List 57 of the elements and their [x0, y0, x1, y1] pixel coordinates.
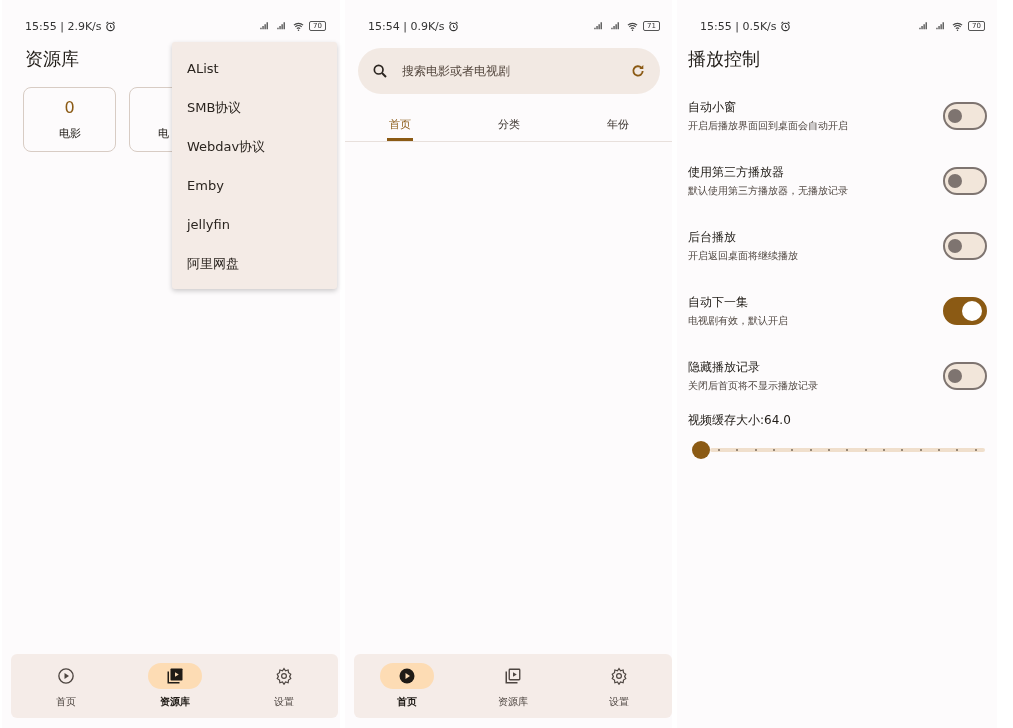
nav-item[interactable]: 设置	[238, 663, 329, 709]
setting-description: 电视剧有效，默认开启	[688, 313, 788, 328]
play-icon	[56, 667, 75, 685]
setting-title: 隐藏播放记录	[688, 358, 761, 376]
setting-description: 关闭后首页将不显示播放记录	[688, 378, 818, 393]
nav-item[interactable]: 首页	[20, 663, 111, 709]
wifi-icon	[292, 20, 306, 32]
menu-item[interactable]: 阿里网盘	[172, 244, 337, 283]
toggle-switch[interactable]	[943, 231, 987, 260]
tab[interactable]: 年份	[604, 108, 631, 141]
tab[interactable]: 首页	[386, 108, 413, 141]
status-time: 15:55 | 0.5K/s	[700, 19, 777, 33]
card-label: 电影	[58, 126, 81, 141]
search-field[interactable]: 搜索电影或者电视剧	[400, 63, 618, 79]
nav-item[interactable]: 资源库	[468, 663, 558, 709]
slider-label: 视频缓存大小:64.0	[687, 412, 792, 429]
setting-title: 使用第三方播放器	[688, 163, 785, 181]
alarm-icon	[779, 20, 791, 32]
menu-item[interactable]: Emby	[172, 166, 337, 205]
wifi-icon	[626, 20, 640, 32]
settings-icon	[610, 667, 628, 685]
setting-description: 开启返回桌面将继续播放	[688, 248, 798, 263]
card-count: 0	[64, 98, 75, 118]
status-time: 15:54 | 0.9K/s	[368, 19, 445, 33]
menu-item[interactable]: AList	[172, 49, 337, 88]
video-library-icon	[504, 667, 522, 685]
nav-item[interactable]: 资源库	[129, 663, 220, 709]
search-bar[interactable]: 搜索电影或者电视剧	[358, 48, 660, 94]
setting-description: 默认使用第三方播放器，无播放记录	[688, 183, 848, 198]
toggle-switch[interactable]	[943, 296, 987, 325]
toggle-switch[interactable]	[943, 101, 987, 130]
toggle-switch[interactable]	[943, 361, 987, 390]
setting-title: 自动下一集	[688, 293, 749, 311]
alarm-icon	[447, 20, 459, 32]
menu-item[interactable]: jellyfin	[172, 205, 337, 244]
tab[interactable]: 分类	[495, 108, 522, 141]
toggle-switch[interactable]	[943, 166, 987, 195]
menu-item[interactable]: Webdav协议	[172, 127, 337, 166]
search-icon	[372, 63, 388, 79]
video-library-icon	[165, 667, 184, 685]
page-title: 资源库	[25, 47, 79, 71]
nav-item[interactable]: 设置	[574, 663, 664, 709]
card-label: 电	[157, 126, 169, 141]
play-icon	[398, 667, 416, 685]
page-title: 播放控制	[688, 47, 760, 71]
setting-title: 后台播放	[688, 228, 737, 246]
menu-item[interactable]: SMB协议	[172, 88, 337, 127]
setting-description: 开启后播放界面回到桌面会自动开启	[688, 118, 848, 133]
settings-icon	[274, 667, 293, 685]
refresh-icon	[630, 63, 646, 79]
nav-item[interactable]: 首页	[362, 663, 452, 709]
alarm-icon	[104, 20, 116, 32]
status-time: 15:55 | 2.9K/s	[25, 19, 102, 33]
wifi-icon	[951, 20, 965, 32]
setting-title: 自动小窗	[688, 98, 737, 116]
slider-thumb[interactable]	[692, 441, 710, 459]
count-card[interactable]: 0 电影	[23, 87, 116, 152]
